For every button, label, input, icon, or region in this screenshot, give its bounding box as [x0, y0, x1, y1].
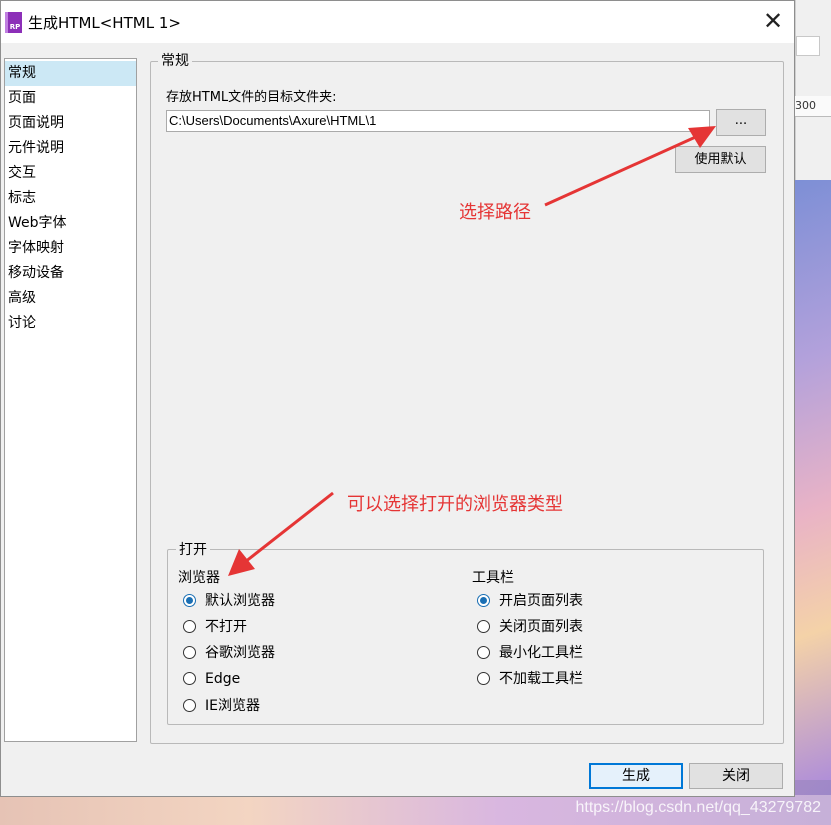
radio-browser-none[interactable]: 不打开 [183, 616, 247, 638]
nav-item-page-notes[interactable]: 页面说明 [5, 111, 136, 136]
radio-toolbar-minimize[interactable]: 最小化工具栏 [477, 642, 583, 664]
radio-toolbar-open-page-list[interactable]: 开启页面列表 [477, 590, 583, 612]
annotation-choose-path: 选择路径 [459, 202, 531, 223]
radio-checked-icon[interactable] [183, 594, 196, 607]
open-group-legend: 打开 [176, 539, 210, 559]
nav-item-pages[interactable]: 页面 [5, 86, 136, 111]
radio-browser-chrome[interactable]: 谷歌浏览器 [183, 642, 275, 664]
nav-item-advanced[interactable]: 高级 [5, 286, 136, 311]
nav-item-mobile[interactable]: 移动设备 [5, 261, 136, 286]
radio-icon[interactable] [477, 646, 490, 659]
radio-browser-edge[interactable]: Edge [183, 668, 240, 690]
radio-icon[interactable] [477, 620, 490, 633]
radio-icon[interactable] [183, 672, 196, 685]
use-default-button[interactable]: 使用默认 [675, 146, 766, 173]
ruler-mark: 300 [795, 99, 816, 112]
radio-icon[interactable] [183, 699, 196, 712]
nav-item-discussion[interactable]: 讨论 [5, 311, 136, 336]
radio-icon[interactable] [477, 672, 490, 685]
general-group-legend: 常规 [158, 50, 192, 70]
target-folder-label: 存放HTML文件的目标文件夹: [166, 90, 337, 105]
close-icon[interactable]: ✕ [758, 7, 788, 37]
background-app-panel [795, 0, 831, 180]
radio-toolbar-close-page-list[interactable]: 关闭页面列表 [477, 616, 583, 638]
radio-browser-default[interactable]: 默认浏览器 [183, 590, 275, 612]
radio-checked-icon[interactable] [477, 594, 490, 607]
title-bar: RP 生成HTML<HTML 1> ✕ [1, 1, 794, 43]
nav-item-logo[interactable]: 标志 [5, 186, 136, 211]
settings-nav-list: 常规 页面 页面说明 元件说明 交互 标志 Web字体 字体映射 移动设备 高级… [4, 58, 137, 742]
nav-item-interactions[interactable]: 交互 [5, 161, 136, 186]
background-app-field [796, 36, 820, 56]
watermark: https://blog.csdn.net/qq_43279782 [575, 799, 821, 816]
nav-item-widget-notes[interactable]: 元件说明 [5, 136, 136, 161]
nav-item-web-fonts[interactable]: Web字体 [5, 211, 136, 236]
target-folder-input[interactable]: C:\Users\Documents\Axure\HTML\1 [166, 110, 710, 132]
radio-browser-ie[interactable]: IE浏览器 [183, 695, 260, 717]
browser-heading: 浏览器 [178, 570, 220, 586]
browse-button[interactable]: ... [716, 109, 766, 136]
nav-item-general[interactable]: 常规 [5, 61, 136, 86]
dialog-title: 生成HTML<HTML 1> [28, 14, 181, 32]
close-button[interactable]: 关闭 [689, 763, 783, 789]
radio-icon[interactable] [183, 646, 196, 659]
nav-item-font-mapping[interactable]: 字体映射 [5, 236, 136, 261]
generate-button[interactable]: 生成 [589, 763, 683, 789]
annotation-choose-browser: 可以选择打开的浏览器类型 [347, 494, 563, 515]
axure-rp-icon: RP [5, 12, 22, 33]
background-wallpaper [795, 180, 831, 780]
background-ruler: 300 [795, 96, 831, 117]
toolbar-heading: 工具栏 [472, 570, 514, 586]
radio-toolbar-no-load[interactable]: 不加载工具栏 [477, 668, 583, 690]
radio-icon[interactable] [183, 620, 196, 633]
